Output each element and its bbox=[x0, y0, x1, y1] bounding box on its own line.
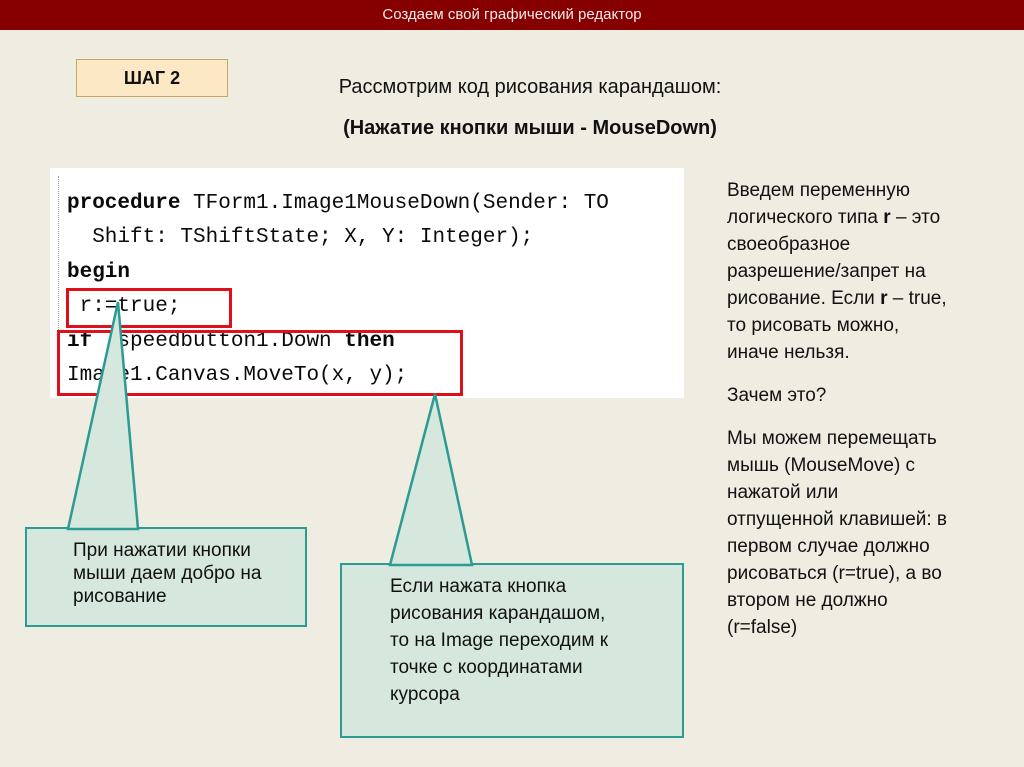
callout-left-line: рисование bbox=[73, 586, 167, 607]
slide-title: Создаем свой графический редактор bbox=[382, 6, 642, 23]
callout-right-line: курсора bbox=[390, 684, 460, 705]
right-text-line: нажатой или bbox=[727, 482, 839, 503]
right-text-line: первом случае должно bbox=[727, 536, 930, 557]
right-text-line: втором не должно bbox=[727, 590, 888, 611]
right-text-line: разрешение/запрет на bbox=[727, 261, 926, 282]
callout-left-line: мыши даем добро на bbox=[73, 563, 262, 584]
heading-line-1: Рассмотрим код рисования карандашом: bbox=[338, 76, 722, 98]
right-text-fragment: – true, bbox=[887, 288, 947, 309]
heading-line-2: (Нажатие кнопки мыши - MouseDown) bbox=[343, 117, 717, 139]
right-paragraph-1: Введем переменную логического типа r – э… bbox=[727, 177, 947, 366]
highlight-box-assignment bbox=[66, 288, 232, 328]
callout-right-pointer bbox=[388, 393, 474, 567]
callout-right-line: Если нажата кнопка bbox=[390, 576, 567, 597]
right-text-line: (r=false) bbox=[727, 617, 798, 638]
right-text-line: то рисовать можно, bbox=[727, 315, 900, 336]
right-text-line: мышь (MouseMove) с bbox=[727, 455, 916, 476]
right-text-line: отпущенной клавишей: в bbox=[727, 509, 948, 530]
right-text-line: логического типа r – это bbox=[727, 204, 947, 231]
right-text-line: своеобразное bbox=[727, 234, 851, 255]
callout-right-line: точке с координатами bbox=[390, 657, 583, 678]
right-paragraph-2: Зачем это? bbox=[727, 382, 826, 409]
code-line-2: Shift: TShiftState; X, Y: Integer); bbox=[67, 226, 534, 249]
callout-left: При нажатии кнопки мыши даем добро на ри… bbox=[25, 527, 307, 627]
callout-right-line: то на Image переходим к bbox=[390, 630, 609, 651]
right-text-fragment: рисование. Если bbox=[727, 288, 881, 309]
right-text-line: Зачем это? bbox=[727, 385, 827, 406]
right-text-fragment: – это bbox=[890, 207, 941, 228]
code-line-1: procedure TForm1.Image1MouseDown(Sender:… bbox=[67, 192, 609, 215]
step-label: ШАГ 2 bbox=[76, 59, 228, 97]
slide-title-bar: Создаем свой графический редактор bbox=[0, 0, 1024, 30]
code-text: TForm1.Image1MouseDown(Sender: TO bbox=[180, 192, 609, 215]
callout-right-line: рисования карандашом, bbox=[390, 603, 606, 624]
right-text-line: Введем переменную bbox=[727, 180, 911, 201]
right-text-fragment: логического типа bbox=[727, 207, 884, 228]
right-text-line: иначе нельзя. bbox=[727, 342, 850, 363]
right-text-variable: r bbox=[883, 207, 891, 228]
code-keyword: procedure bbox=[67, 192, 181, 215]
highlight-box-if-statement bbox=[57, 330, 463, 396]
callout-left-line: При нажатии кнопки bbox=[73, 540, 251, 561]
right-text-line: рисование. Если r – true, bbox=[727, 285, 947, 312]
code-line-3: begin bbox=[67, 261, 130, 284]
code-keyword: begin bbox=[67, 261, 131, 284]
callout-right: Если нажата кнопка рисования карандашом,… bbox=[340, 563, 684, 738]
right-text-line: рисоваться (r=true), а во bbox=[727, 563, 942, 584]
right-paragraph-3: Мы можем перемещать мышь (MouseMove) с н… bbox=[727, 425, 947, 641]
right-text-line: Мы можем перемещать bbox=[727, 428, 937, 449]
